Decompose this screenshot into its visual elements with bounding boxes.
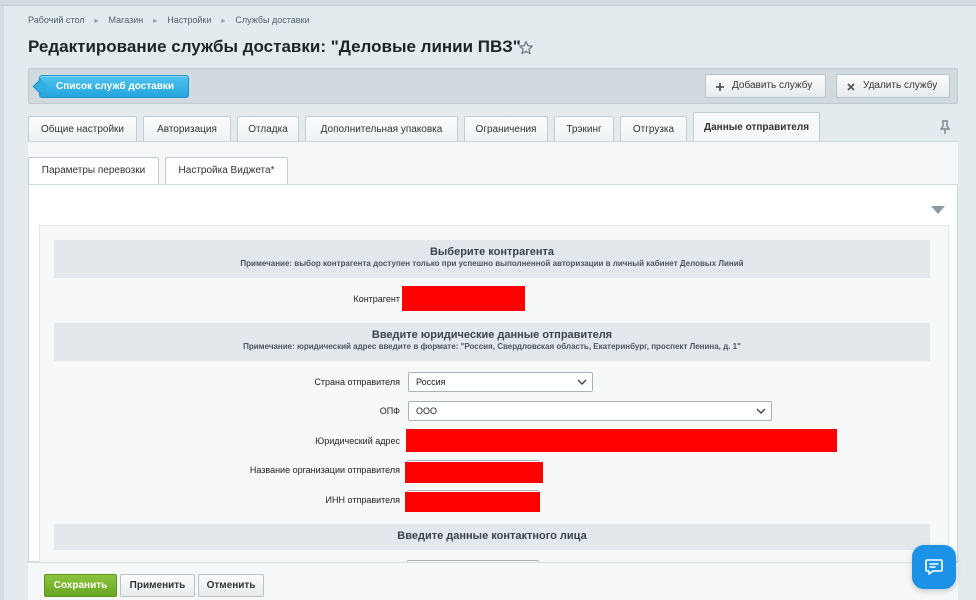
top-border	[0, 0, 976, 6]
section-contact-header: Введите данные контактного лица	[54, 524, 930, 550]
add-service-button[interactable]: Добавить службу	[705, 74, 826, 98]
tab-restrictions[interactable]: Ограничения	[464, 116, 548, 142]
inn-input-redacted[interactable]	[405, 492, 540, 512]
chevron-down-icon	[577, 379, 587, 385]
breadcrumb-separator-icon: ▸	[94, 15, 99, 25]
breadcrumb: Рабочий стол ▸ Магазин ▸ Настройки ▸ Слу…	[28, 15, 310, 25]
breadcrumb-item-settings[interactable]: Настройки	[167, 15, 211, 25]
tab-tracking[interactable]: Трэкинг	[554, 116, 614, 142]
main-tabs: Общие настройки Авторизация Отладка Допо…	[28, 112, 958, 142]
contractor-label: Контрагент	[353, 294, 400, 304]
tab-general[interactable]: Общие настройки	[28, 116, 137, 142]
section-note: Примечание: юридический адрес введите в …	[243, 342, 741, 351]
tab-sender-data[interactable]: Данные отправителя	[693, 112, 820, 142]
address-input-redacted[interactable]	[406, 429, 837, 452]
section-legal-header: Введите юридические данные отправителя П…	[54, 323, 930, 361]
tab-debug[interactable]: Отладка	[237, 116, 299, 142]
cancel-button[interactable]: Отменить	[198, 574, 264, 597]
opf-value: ООО	[416, 406, 438, 416]
opf-label: ОПФ	[379, 406, 400, 416]
address-label: Юридический адрес	[315, 436, 400, 446]
country-value: Россия	[416, 377, 446, 387]
contractor-select-redacted[interactable]	[402, 286, 525, 311]
breadcrumb-item-delivery[interactable]: Службы доставки	[235, 15, 309, 25]
content-panel: Выберите контрагента Примечание: выбор к…	[28, 184, 958, 570]
subtabs-bar: Параметры перевозки Настройка Виджета*	[28, 141, 958, 186]
country-select[interactable]: Россия	[408, 372, 593, 392]
delivery-list-button[interactable]: Список служб доставки	[39, 75, 190, 98]
left-edge	[0, 6, 4, 600]
pin-icon[interactable]	[939, 120, 951, 134]
delete-service-label: Удалить службу	[863, 80, 938, 91]
chevron-down-icon[interactable]	[931, 201, 945, 214]
inn-label: ИНН отправителя	[325, 495, 400, 505]
plus-icon	[714, 80, 726, 92]
delete-service-button[interactable]: Удалить службу	[836, 74, 950, 98]
chat-button[interactable]	[912, 545, 956, 589]
close-icon	[845, 80, 857, 92]
breadcrumb-item-desktop[interactable]: Рабочий стол	[28, 15, 85, 25]
page-title: Редактирование службы доставки: "Деловые…	[28, 37, 521, 56]
apply-button[interactable]: Применить	[120, 574, 195, 597]
tab-shipment[interactable]: Отгрузка	[620, 116, 687, 142]
breadcrumb-separator-icon: ▸	[153, 15, 158, 25]
section-title: Введите юридические данные отправителя	[371, 329, 613, 341]
save-button[interactable]: Сохранить	[44, 574, 117, 597]
country-label: Страна отправителя	[314, 377, 400, 387]
org-name-label: Название организации отправителя	[249, 465, 400, 475]
subtab-transport-params[interactable]: Параметры перевозки	[28, 157, 159, 184]
section-contractor-header: Выберите контрагента Примечание: выбор к…	[54, 240, 930, 278]
chevron-down-icon	[756, 408, 766, 414]
section-note: Примечание: выбор контрагента доступен т…	[240, 259, 744, 268]
breadcrumb-item-shop[interactable]: Магазин	[109, 15, 144, 25]
footer-bar: Сохранить Применить Отменить	[28, 562, 958, 600]
star-icon[interactable]	[518, 40, 534, 56]
form-container: Выберите контрагента Примечание: выбор к…	[39, 225, 949, 570]
breadcrumb-separator-icon: ▸	[221, 15, 226, 25]
opf-select[interactable]: ООО	[408, 401, 772, 421]
subtab-widget-settings[interactable]: Настройка Виджета*	[165, 157, 288, 184]
section-title: Введите данные контактного лица	[397, 530, 587, 542]
chat-icon	[925, 559, 943, 575]
add-service-label: Добавить службу	[732, 80, 813, 91]
org-name-input-redacted[interactable]	[405, 462, 543, 483]
toolbar: Список служб доставки Добавить службу Уд…	[28, 68, 958, 104]
tab-authorization[interactable]: Авторизация	[143, 116, 231, 142]
tab-packaging[interactable]: Дополнительная упаковка	[305, 116, 458, 142]
section-title: Выберите контрагента	[429, 246, 555, 258]
